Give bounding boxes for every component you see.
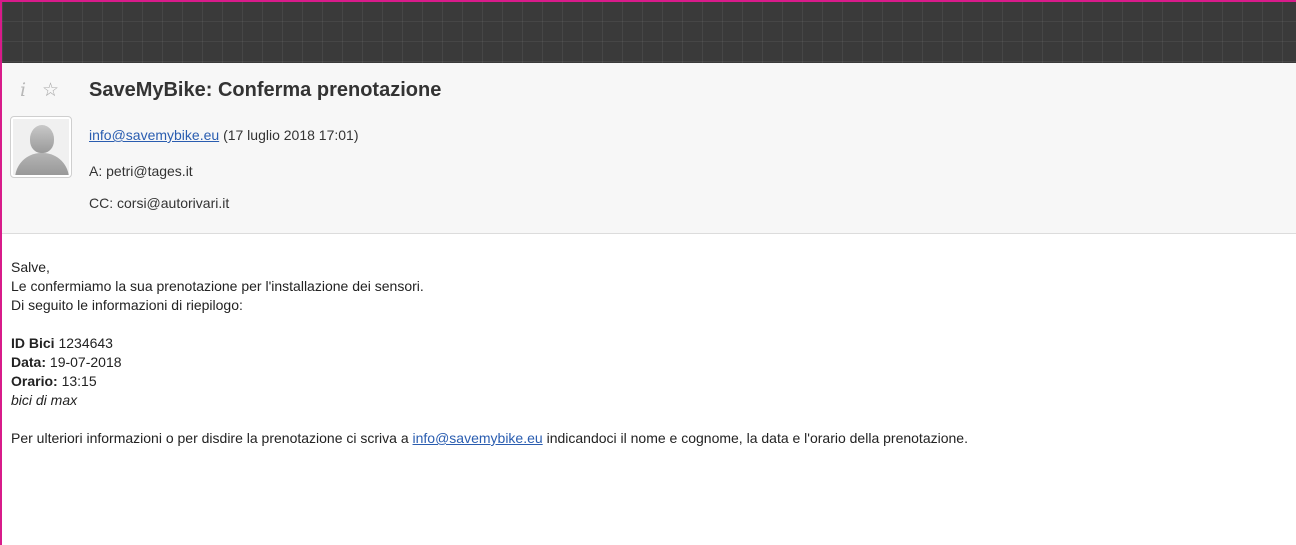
message-subject: SaveMyBike: Conferma prenotazione — [89, 79, 442, 101]
avatar-body — [15, 153, 69, 175]
date-row: Data: 19-07-2018 — [11, 353, 1281, 372]
message-body: Salve, Le confermiamo la sua prenotazion… — [11, 258, 1281, 448]
time-row: Orario: 13:15 — [11, 372, 1281, 391]
avatar-head — [30, 125, 54, 153]
bike-id-value: 1234643 — [54, 335, 113, 351]
body-line-2: Di seguito le informazioni di riepilogo: — [11, 297, 243, 313]
avatar — [10, 116, 72, 178]
greeting: Salve, — [11, 259, 50, 275]
bike-note: bici di max — [11, 392, 78, 408]
footer-line: Per ulteriori informazioni o per disdire… — [11, 429, 1281, 448]
time-label: Orario: — [11, 373, 58, 389]
sender-email-link[interactable]: info@savemybike.eu — [89, 127, 219, 143]
info-icon[interactable]: i — [20, 79, 26, 101]
bike-id-label: ID Bici — [11, 335, 55, 351]
body-line-1: Le confermiamo la sua prenotazione per l… — [11, 278, 424, 294]
user-silhouette-icon — [13, 119, 69, 175]
top-bar — [2, 2, 1296, 63]
date-label: Data: — [11, 354, 47, 370]
recipient-line: A: petri@tages.it — [89, 163, 193, 179]
footer-text-before: Per ulteriori informazioni o per disdire… — [11, 430, 413, 446]
time-value: 13:15 — [57, 373, 97, 389]
footer-email-link[interactable]: info@savemybike.eu — [413, 430, 543, 446]
message-date: (17 luglio 2018 17:01) — [223, 127, 359, 143]
sender-line: info@savemybike.eu (17 luglio 2018 17:01… — [89, 126, 359, 144]
date-value: 19-07-2018 — [46, 354, 122, 370]
star-icon[interactable]: ☆ — [42, 79, 59, 101]
bike-id-row: ID Bici 1234643 — [11, 334, 1281, 353]
cc-line: CC: corsi@autorivari.it — [89, 195, 230, 211]
footer-text-after: indicandoci il nome e cognome, la data e… — [542, 430, 968, 446]
